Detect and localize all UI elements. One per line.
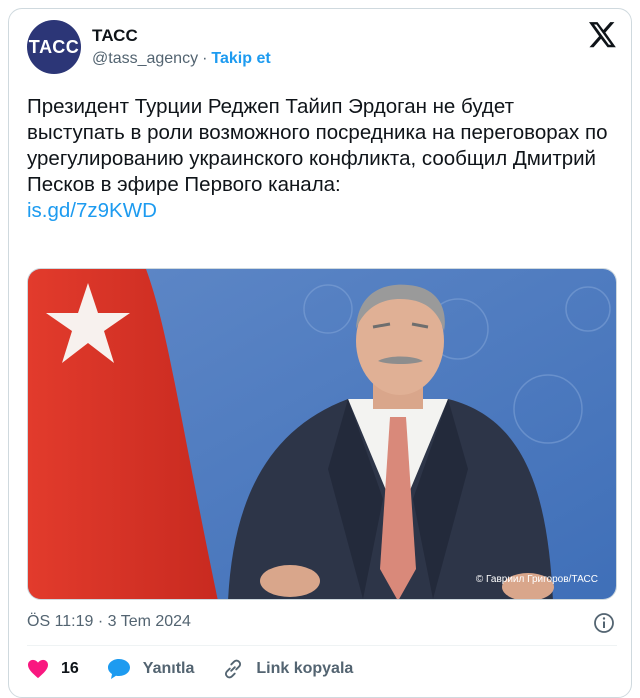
info-icon[interactable] bbox=[593, 612, 615, 634]
heart-icon bbox=[28, 659, 48, 679]
image-credit: © Гавриил Григоров/ТАСС bbox=[475, 574, 598, 585]
copy-link-label: Link kopyala bbox=[256, 660, 354, 677]
reply-button[interactable]: Yanıtla bbox=[107, 658, 195, 680]
tweet-image[interactable]: © Гавриил Григоров/ТАСС bbox=[27, 268, 617, 600]
author-meta: @tass_agency · Takip et bbox=[92, 50, 271, 68]
x-logo-icon[interactable] bbox=[586, 18, 620, 52]
tweet-body: Президент Турции Реджеп Тайип Эрдоган не… bbox=[27, 95, 608, 196]
avatar-text: ТАСС bbox=[28, 36, 80, 57]
follow-button[interactable]: Takip et bbox=[211, 50, 270, 67]
copy-link-button[interactable]: Link kopyala bbox=[222, 658, 353, 680]
action-bar: 16 Yanıtla Link kopyala bbox=[27, 656, 381, 682]
divider bbox=[27, 645, 617, 646]
author-handle[interactable]: @tass_agency bbox=[92, 50, 198, 67]
separator: · bbox=[202, 50, 208, 67]
reply-bubble-icon bbox=[107, 659, 130, 679]
tweet-timestamp[interactable]: ÖS 11:19 · 3 Tem 2024 bbox=[27, 613, 191, 631]
author-name[interactable]: ТАСС bbox=[92, 26, 138, 46]
avatar[interactable]: ТАСС bbox=[27, 20, 81, 74]
tweet-link[interactable]: is.gd/7z9KWD bbox=[27, 198, 157, 224]
like-button[interactable]: 16 bbox=[27, 659, 79, 679]
tweet-text: Президент Турции Реджеп Тайип Эрдоган не… bbox=[27, 94, 617, 224]
link-icon bbox=[225, 659, 242, 679]
like-count: 16 bbox=[61, 660, 79, 677]
reply-label: Yanıtla bbox=[142, 660, 195, 677]
